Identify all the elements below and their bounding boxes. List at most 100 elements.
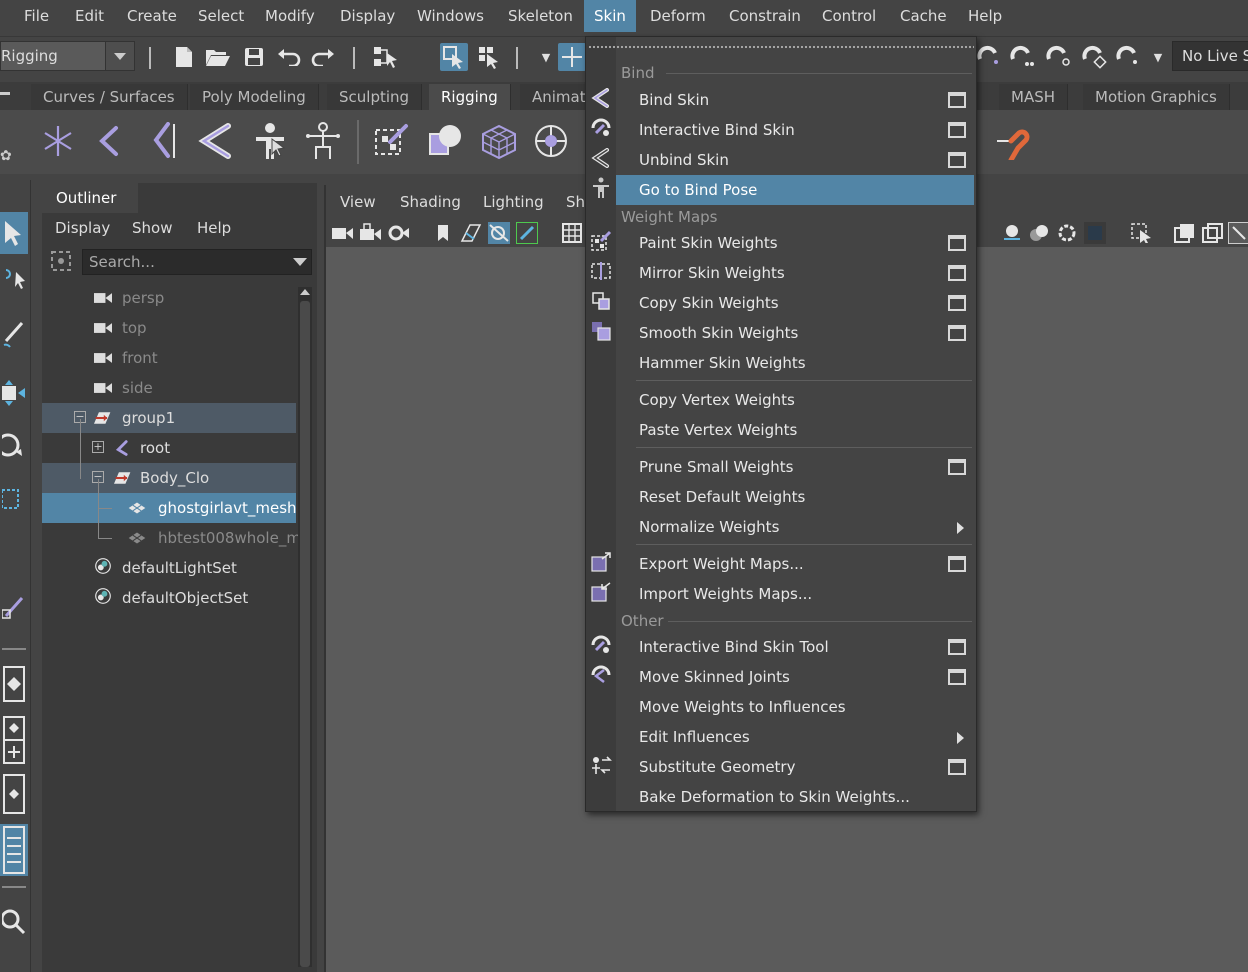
- bind-skin-icon[interactable]: [196, 120, 238, 162]
- outliner-item-ghostgirlavt-mesh[interactable]: ghostgirlavt_mesh: [42, 493, 297, 523]
- option-box-icon[interactable]: [948, 556, 966, 572]
- menu-item-go-to-bind-pose[interactable]: Go to Bind Pose: [616, 175, 974, 205]
- menuset-selector[interactable]: Rigging: [0, 41, 135, 71]
- outliner-search-input[interactable]: Search...: [82, 249, 312, 275]
- menu-item-bake-deformation[interactable]: Bake Deformation to Skin Weights...: [616, 782, 974, 812]
- anti-aliasing-icon[interactable]: [1084, 222, 1106, 244]
- menu-item-import-weights-maps[interactable]: Import Weights Maps...: [616, 579, 974, 609]
- outliner-menu-help[interactable]: Help: [197, 213, 231, 243]
- menu-item-paste-vertex-weights[interactable]: Paste Vertex Weights: [616, 415, 974, 445]
- menu-edit[interactable]: Edit: [65, 0, 114, 32]
- image-plane-icon[interactable]: [460, 222, 482, 244]
- snap-to-grid-icon[interactable]: [558, 43, 586, 71]
- menu-item-prune-small-weights[interactable]: Prune Small Weights: [616, 452, 974, 482]
- menu-skin[interactable]: Skin: [584, 0, 636, 32]
- snap-magnet-icon[interactable]: [1008, 43, 1036, 71]
- outliner-scrollbar[interactable]: [298, 287, 312, 967]
- move-tool-icon[interactable]: [0, 376, 28, 410]
- last-tool-icon[interactable]: [0, 590, 28, 624]
- menu-item-interactive-bind-skin-tool[interactable]: Interactive Bind Skin Tool: [616, 632, 974, 662]
- filter-icon[interactable]: [50, 250, 72, 272]
- menu-item-smooth-skin-weights[interactable]: Smooth Skin Weights: [616, 318, 974, 348]
- live-surface-field[interactable]: No Live S: [1172, 41, 1248, 71]
- lasso-tool-icon[interactable]: [0, 264, 28, 298]
- single-view-layout-icon[interactable]: [0, 664, 28, 704]
- shelf-tab-rigging[interactable]: Rigging: [429, 84, 511, 110]
- option-box-icon[interactable]: [948, 265, 966, 281]
- search-icon[interactable]: [0, 902, 28, 942]
- menu-constrain[interactable]: Constrain: [719, 0, 811, 32]
- menu-control[interactable]: Control: [812, 0, 886, 32]
- select-tool-icon[interactable]: [0, 212, 28, 254]
- chevron-down-icon[interactable]: ▼: [532, 43, 560, 71]
- menu-help[interactable]: Help: [958, 0, 1012, 32]
- tear-off-handle[interactable]: [588, 45, 974, 49]
- menu-item-mirror-skin-weights[interactable]: Mirror Skin Weights: [616, 258, 974, 288]
- outliner-menu-display[interactable]: Display: [55, 213, 110, 243]
- shelf-tab-animation[interactable]: Animat: [520, 84, 586, 110]
- expand-icon[interactable]: +: [92, 441, 104, 453]
- paint-weights-icon[interactable]: [370, 120, 412, 162]
- camera-icon[interactable]: [332, 222, 354, 244]
- camera-attributes-icon[interactable]: [388, 222, 410, 244]
- ik-handle-icon[interactable]: [88, 120, 130, 162]
- option-box-icon[interactable]: [948, 235, 966, 251]
- bookmark-icon[interactable]: [432, 222, 454, 244]
- menu-item-copy-vertex-weights[interactable]: Copy Vertex Weights: [616, 385, 974, 415]
- menu-item-export-weight-maps[interactable]: Export Weight Maps...: [616, 549, 974, 579]
- xray-joints-icon[interactable]: [1202, 222, 1224, 244]
- option-box-icon[interactable]: [948, 669, 966, 685]
- shelf-tab-motion-graphics[interactable]: Motion Graphics: [1083, 84, 1230, 110]
- outliner-item-hbtest008[interactable]: hbtest008whole_me: [42, 523, 310, 553]
- outliner-item-side[interactable]: side: [42, 373, 296, 403]
- menu-display[interactable]: Display: [330, 0, 405, 32]
- option-box-icon[interactable]: [948, 122, 966, 138]
- ik-spline-icon[interactable]: [144, 120, 186, 162]
- chevron-down-icon[interactable]: ▼: [1144, 43, 1172, 71]
- isolate-select-icon[interactable]: [1131, 222, 1153, 244]
- select-by-component-icon[interactable]: [475, 43, 503, 71]
- save-scene-icon[interactable]: [240, 43, 268, 71]
- shelf-tab-poly-modeling[interactable]: Poly Modeling: [190, 84, 319, 110]
- create-joints-icon[interactable]: [37, 120, 79, 162]
- menu-item-hammer-skin-weights[interactable]: Hammer Skin Weights: [616, 348, 974, 378]
- motion-blur-icon[interactable]: [1056, 222, 1078, 244]
- chevron-down-icon[interactable]: [293, 258, 307, 266]
- viewport-menu-show[interactable]: Sh: [566, 187, 585, 217]
- select-by-object-type-icon[interactable]: [440, 43, 468, 71]
- scale-tool-icon[interactable]: [0, 482, 28, 516]
- view-layout-icon[interactable]: [0, 772, 28, 816]
- chevron-down-icon[interactable]: [105, 42, 134, 70]
- snap-magnet-icon[interactable]: [975, 43, 1003, 71]
- shelf-tab-curves-surfaces[interactable]: Curves / Surfaces: [31, 84, 188, 110]
- menu-cache[interactable]: Cache: [890, 0, 957, 32]
- shelf-tab-sculpting[interactable]: Sculpting: [327, 84, 423, 110]
- outliner-tab[interactable]: Outliner: [42, 183, 138, 213]
- menu-select[interactable]: Select: [188, 0, 254, 32]
- menu-modify[interactable]: Modify: [255, 0, 325, 32]
- menu-windows[interactable]: Windows: [407, 0, 494, 32]
- blend-shape-icon[interactable]: [425, 120, 467, 162]
- outliner-item-top[interactable]: top: [42, 313, 296, 343]
- open-scene-icon[interactable]: [204, 43, 232, 71]
- outliner-layout-icon[interactable]: [0, 824, 28, 876]
- menu-item-substitute-geometry[interactable]: Substitute Geometry: [616, 752, 974, 782]
- menu-create[interactable]: Create: [117, 0, 187, 32]
- menu-file[interactable]: File: [14, 0, 59, 32]
- viewport-menu-view[interactable]: View: [340, 187, 376, 217]
- menu-item-interactive-bind-skin[interactable]: Interactive Bind Skin: [616, 115, 974, 145]
- lattice-icon[interactable]: [478, 120, 520, 162]
- constraint-icon[interactable]: [994, 120, 1036, 162]
- menu-item-reset-default-weights[interactable]: Reset Default Weights: [616, 482, 974, 512]
- option-box-icon[interactable]: [948, 759, 966, 775]
- snap-magnet-icon[interactable]: [1044, 43, 1072, 71]
- snap-magnet-icon[interactable]: [1080, 43, 1108, 71]
- menu-skeleton[interactable]: Skeleton: [498, 0, 583, 32]
- human-ik-icon[interactable]: [302, 120, 344, 162]
- option-box-icon[interactable]: [948, 639, 966, 655]
- outliner-item-defaultobjectset[interactable]: defaultObjectSet: [42, 583, 296, 613]
- menu-item-unbind-skin[interactable]: Unbind Skin: [616, 145, 974, 175]
- menu-item-move-weights-to-influences[interactable]: Move Weights to Influences: [616, 692, 974, 722]
- grease-pencil-icon[interactable]: [516, 222, 538, 244]
- paint-select-tool-icon[interactable]: [0, 318, 28, 352]
